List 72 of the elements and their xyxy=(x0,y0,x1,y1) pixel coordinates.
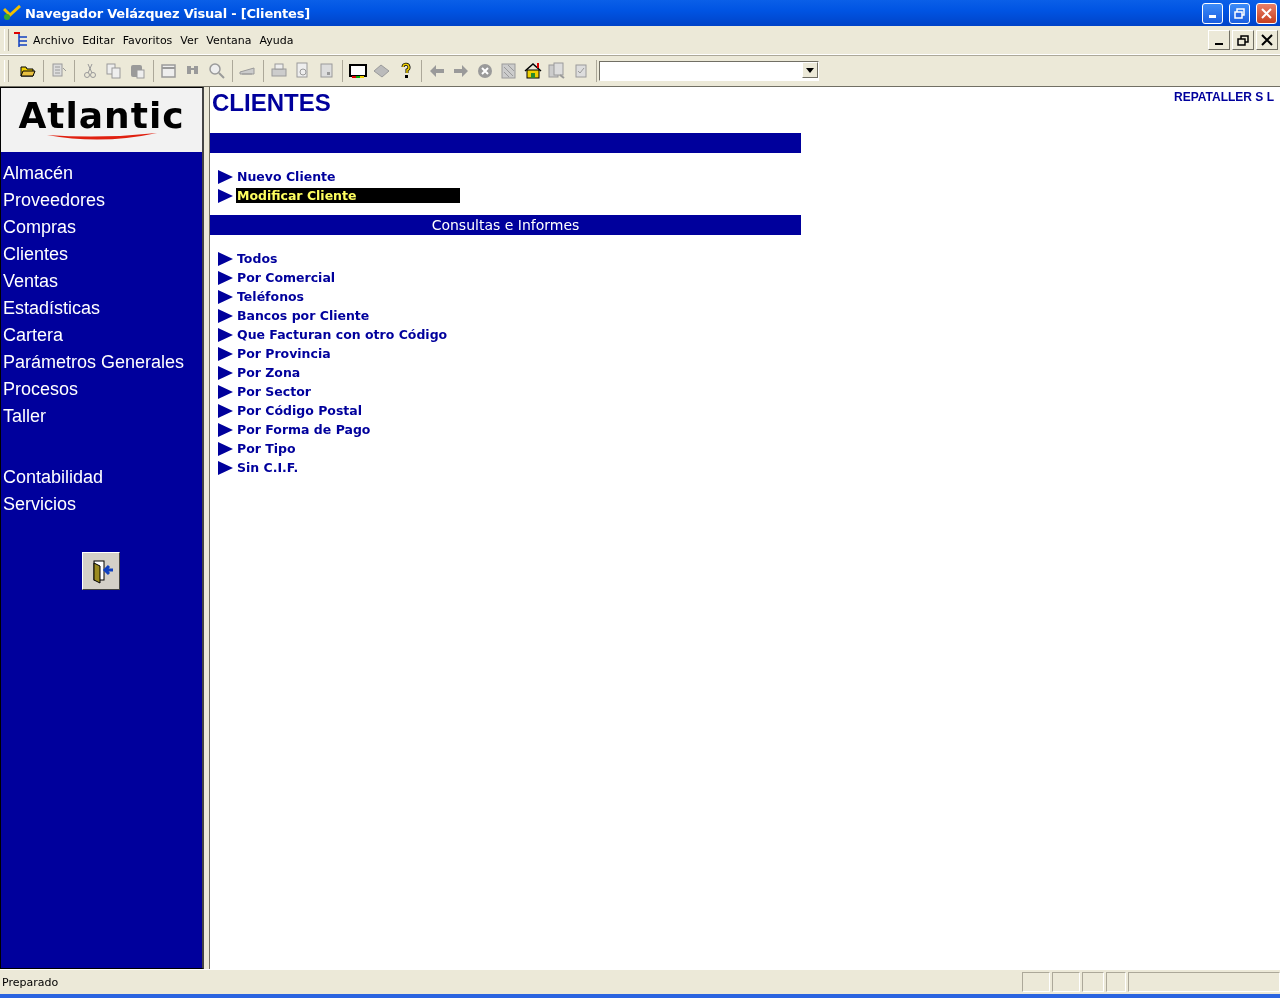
restore-icon xyxy=(1237,34,1249,46)
triangle-icon xyxy=(218,188,233,203)
restore-button[interactable] xyxy=(1232,30,1254,50)
menu-item[interactable]: Ver xyxy=(176,31,203,49)
menu-item[interactable]: Ayuda xyxy=(255,31,298,49)
sidebar-item[interactable]: Procesos xyxy=(1,376,202,403)
triangle-icon xyxy=(218,346,233,361)
menu-link[interactable]: Nuevo Cliente xyxy=(236,169,337,184)
menu-item[interactable]: Ventana xyxy=(202,31,256,49)
page-title: CLIENTES xyxy=(211,89,331,117)
address-combo[interactable] xyxy=(599,61,819,81)
tree-icon xyxy=(13,31,29,49)
menu-link[interactable]: Por Sector xyxy=(236,384,312,399)
status-text: Preparado xyxy=(1,975,60,989)
menu-link[interactable]: Sin C.I.F. xyxy=(236,460,300,475)
minimize-icon xyxy=(1215,43,1223,45)
menu-item[interactable]: Archivo xyxy=(29,31,79,49)
triangle-icon xyxy=(218,422,233,437)
menu-link[interactable]: Por Forma de Pago xyxy=(236,422,372,437)
close-icon xyxy=(1261,7,1272,19)
window-title: Navegador Velázquez Visual - [Clientes] xyxy=(25,5,311,21)
menu-link[interactable]: Por Zona xyxy=(236,365,302,380)
menu-link[interactable]: Bancos por Cliente xyxy=(236,308,371,323)
status-panel xyxy=(1106,972,1126,992)
triangle-icon xyxy=(218,270,233,285)
menu-link[interactable]: Teléfonos xyxy=(236,289,306,304)
menu-item[interactable]: Editar xyxy=(78,31,119,49)
triangle-icon xyxy=(218,365,233,380)
triangle-icon xyxy=(218,289,233,304)
sidebar-item[interactable]: Contabilidad xyxy=(1,464,202,491)
sidebar-item[interactable]: Cartera xyxy=(1,322,202,349)
sidebar-item[interactable]: Almacén xyxy=(1,160,202,187)
sidebar-item[interactable]: Compras xyxy=(1,214,202,241)
triangle-icon xyxy=(218,308,233,323)
caret-icon xyxy=(806,67,814,73)
menu-link[interactable]: Que Facturan con otro Código xyxy=(236,327,449,342)
logo: Atlantic xyxy=(18,99,185,133)
company-name: REPATALLER S L xyxy=(1174,90,1274,104)
menu-link[interactable]: Por Provincia xyxy=(236,346,332,361)
home-icon[interactable] xyxy=(524,62,542,80)
monitor-icon[interactable] xyxy=(349,62,367,80)
sidebar-item[interactable]: Servicios xyxy=(1,491,202,518)
menu-item[interactable]: Favoritos xyxy=(118,31,177,49)
menu-link[interactable]: Todos xyxy=(236,251,279,266)
triangle-icon xyxy=(218,403,233,418)
sidebar-item[interactable]: Ventas xyxy=(1,268,202,295)
exit-button[interactable] xyxy=(81,552,120,590)
triangle-icon xyxy=(218,460,233,475)
minimize-icon xyxy=(1209,14,1216,18)
status-panel xyxy=(1052,972,1080,992)
minimize-button[interactable] xyxy=(1208,30,1230,50)
restore-icon xyxy=(1234,7,1245,19)
menu-link[interactable]: Modificar Cliente xyxy=(236,188,460,203)
menu-link[interactable]: Por Comercial xyxy=(236,270,337,285)
triangle-icon xyxy=(218,169,233,184)
sidebar-item[interactable]: Estadísticas xyxy=(1,295,202,322)
sidebar-item[interactable]: Clientes xyxy=(1,241,202,268)
status-panel xyxy=(1082,972,1104,992)
app-icon xyxy=(3,5,21,21)
triangle-icon xyxy=(218,384,233,399)
triangle-icon xyxy=(218,327,233,342)
sidebar-item[interactable]: Taller xyxy=(1,403,202,430)
close-icon xyxy=(1261,34,1273,46)
menu-link[interactable]: Por Tipo xyxy=(236,441,297,456)
status-panel xyxy=(1022,972,1050,992)
menu-link[interactable]: Por Código Postal xyxy=(236,403,364,418)
sidebar-item[interactable]: Proveedores xyxy=(1,187,202,214)
close-button[interactable] xyxy=(1256,30,1278,50)
sidebar-item[interactable]: Parámetros Generales xyxy=(1,349,202,376)
section-header: Consultas e Informes xyxy=(210,215,801,235)
triangle-icon xyxy=(218,441,233,456)
triangle-icon xyxy=(218,251,233,266)
